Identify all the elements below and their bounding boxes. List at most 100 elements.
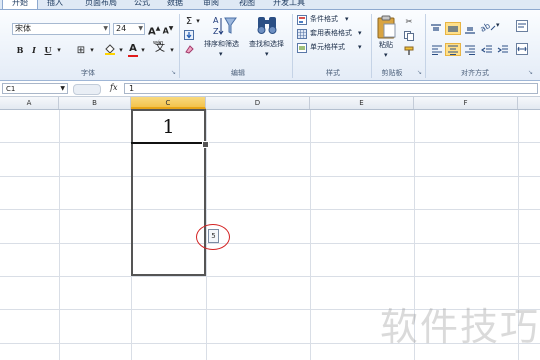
font-size-combo[interactable]: 24 ▼ bbox=[113, 23, 145, 35]
name-box-value: C1 bbox=[6, 85, 16, 93]
shrink-font-button[interactable]: A▼ bbox=[162, 22, 174, 36]
gridline bbox=[310, 110, 311, 360]
chevron-down-icon[interactable]: ▾ bbox=[168, 44, 176, 57]
formula-bar: C1 ▼ fx 1 bbox=[0, 81, 540, 97]
clear-icon[interactable] bbox=[184, 44, 194, 56]
name-box[interactable]: C1 ▼ bbox=[2, 83, 68, 94]
borders-icon[interactable]: ⊞ bbox=[74, 44, 88, 57]
grow-font-button[interactable]: A▲ bbox=[148, 22, 160, 37]
format-painter-icon[interactable] bbox=[404, 46, 414, 58]
paste-button[interactable]: 粘贴 bbox=[379, 41, 393, 50]
gridline bbox=[59, 110, 60, 360]
insert-function-button[interactable]: fx bbox=[110, 83, 117, 92]
align-center-button[interactable] bbox=[445, 43, 461, 56]
column-header-a[interactable]: A bbox=[0, 97, 59, 109]
merge-center-icon[interactable] bbox=[516, 43, 528, 57]
underline-button[interactable]: U bbox=[42, 44, 54, 57]
chevron-down-icon[interactable]: ▾ bbox=[117, 44, 125, 57]
italic-button[interactable]: I bbox=[28, 44, 40, 57]
paste-clipboard-icon[interactable] bbox=[377, 15, 397, 41]
tab-review[interactable]: 审阅 bbox=[196, 0, 226, 9]
decrease-indent-icon[interactable] bbox=[481, 45, 493, 57]
autosum-icon[interactable]: Σ bbox=[183, 15, 195, 28]
column-header-e[interactable]: E bbox=[310, 97, 414, 109]
tab-home[interactable]: 开始 bbox=[2, 0, 38, 9]
align-right-icon[interactable] bbox=[464, 45, 476, 57]
font-color-button[interactable]: A bbox=[127, 42, 139, 55]
cell-c1-value[interactable]: 1 bbox=[131, 112, 206, 142]
cell-c1-bottom-border bbox=[131, 142, 206, 144]
alignment-dialog-launcher-icon[interactable]: ↘ bbox=[527, 69, 534, 76]
chevron-down-icon[interactable]: ▾ bbox=[195, 15, 201, 28]
tab-developer[interactable]: 开发工具 bbox=[268, 0, 310, 9]
align-middle-button[interactable] bbox=[445, 22, 461, 35]
tab-page-layout[interactable]: 页面布局 bbox=[76, 0, 126, 9]
watermark-text: 软件技巧 bbox=[380, 305, 540, 349]
chevron-down-icon[interactable]: ▾ bbox=[358, 43, 362, 52]
sort-filter-button[interactable]: 排序和筛选 bbox=[204, 40, 239, 49]
font-group-label: 字体 bbox=[81, 69, 95, 77]
clipboard-group-label: 剪贴板 bbox=[381, 69, 403, 77]
gridline bbox=[0, 276, 540, 277]
chevron-down-icon[interactable]: ▾ bbox=[345, 15, 349, 24]
svg-text:A: A bbox=[213, 16, 219, 25]
cell-styles-button[interactable]: 单元格样式 bbox=[310, 43, 345, 52]
chevron-down-icon[interactable]: ▾ bbox=[265, 50, 269, 59]
gridline bbox=[0, 142, 540, 143]
cut-scissors-icon[interactable]: ✂ bbox=[403, 15, 415, 28]
format-as-table-button[interactable]: 套用表格格式 bbox=[310, 29, 352, 38]
chevron-down-icon[interactable]: ▾ bbox=[139, 44, 147, 57]
formula-input[interactable]: 1 bbox=[124, 83, 538, 94]
editing-group-label: 编辑 bbox=[231, 69, 245, 77]
column-headers: A B C D E F bbox=[0, 97, 540, 110]
gridline bbox=[0, 209, 540, 210]
fill-handle[interactable] bbox=[202, 141, 209, 148]
chevron-down-icon[interactable]: ▼ bbox=[60, 84, 65, 94]
conditional-format-button[interactable]: 条件格式 bbox=[310, 15, 338, 24]
gridline bbox=[0, 243, 540, 244]
column-header-c[interactable]: C bbox=[131, 97, 206, 109]
autofill-options-button[interactable]: 5 bbox=[208, 229, 219, 243]
tab-formulas[interactable]: 公式 bbox=[128, 0, 156, 9]
font-name-combo[interactable]: 宋体 ▼ bbox=[12, 23, 110, 35]
align-bottom-icon[interactable] bbox=[464, 24, 476, 36]
chevron-down-icon[interactable]: ▼ bbox=[103, 24, 108, 34]
styles-group-label: 样式 bbox=[326, 69, 340, 77]
align-left-icon[interactable] bbox=[431, 45, 443, 57]
chevron-down-icon[interactable]: ▾ bbox=[358, 29, 362, 38]
chevron-down-icon[interactable]: ▾ bbox=[496, 21, 500, 30]
font-color-swatch bbox=[128, 55, 138, 57]
tab-data[interactable]: 数据 bbox=[160, 0, 190, 9]
tab-view[interactable]: 视图 bbox=[232, 0, 262, 9]
tab-insert[interactable]: 插入 bbox=[40, 0, 70, 9]
ribbon: 宋体 ▼ 24 ▼ A▲ A▼ B I U ▾ ⊞ ▾ ▾ A ▾ wén 文 ▾… bbox=[0, 10, 540, 81]
find-select-button[interactable]: 查找和选择 bbox=[249, 40, 284, 49]
find-binoculars-icon[interactable] bbox=[256, 15, 278, 37]
formula-bar-toggle[interactable] bbox=[73, 84, 101, 95]
sort-filter-icon[interactable]: A Z bbox=[213, 15, 237, 39]
phonetic-guide-button[interactable]: wén 文 bbox=[152, 40, 168, 55]
chevron-down-icon[interactable]: ▼ bbox=[138, 24, 143, 34]
clipboard-dialog-launcher-icon[interactable]: ↘ bbox=[416, 69, 423, 76]
column-header-f[interactable]: F bbox=[414, 97, 518, 109]
column-header-b[interactable]: B bbox=[59, 97, 131, 109]
fill-down-icon[interactable] bbox=[184, 30, 194, 42]
wrap-text-icon[interactable] bbox=[516, 20, 528, 34]
chevron-down-icon[interactable]: ▾ bbox=[55, 44, 63, 57]
column-header-g[interactable] bbox=[518, 97, 540, 109]
font-dialog-launcher-icon[interactable]: ↘ bbox=[170, 69, 177, 76]
fill-color-icon[interactable] bbox=[103, 43, 117, 56]
format-as-table-icon[interactable] bbox=[297, 29, 307, 41]
bold-button[interactable]: B bbox=[14, 44, 26, 57]
cell-styles-icon[interactable] bbox=[297, 43, 307, 55]
align-top-icon[interactable] bbox=[430, 24, 442, 36]
orientation-icon[interactable]: ab bbox=[479, 20, 496, 36]
conditional-format-icon[interactable] bbox=[297, 15, 307, 27]
chevron-down-icon[interactable]: ▾ bbox=[219, 50, 223, 59]
increase-indent-icon[interactable] bbox=[497, 45, 509, 57]
gridline bbox=[0, 176, 540, 177]
chevron-down-icon[interactable]: ▾ bbox=[88, 44, 96, 57]
copy-icon[interactable] bbox=[404, 31, 414, 43]
chevron-down-icon[interactable]: ▾ bbox=[384, 51, 388, 60]
column-header-d[interactable]: D bbox=[206, 97, 310, 109]
